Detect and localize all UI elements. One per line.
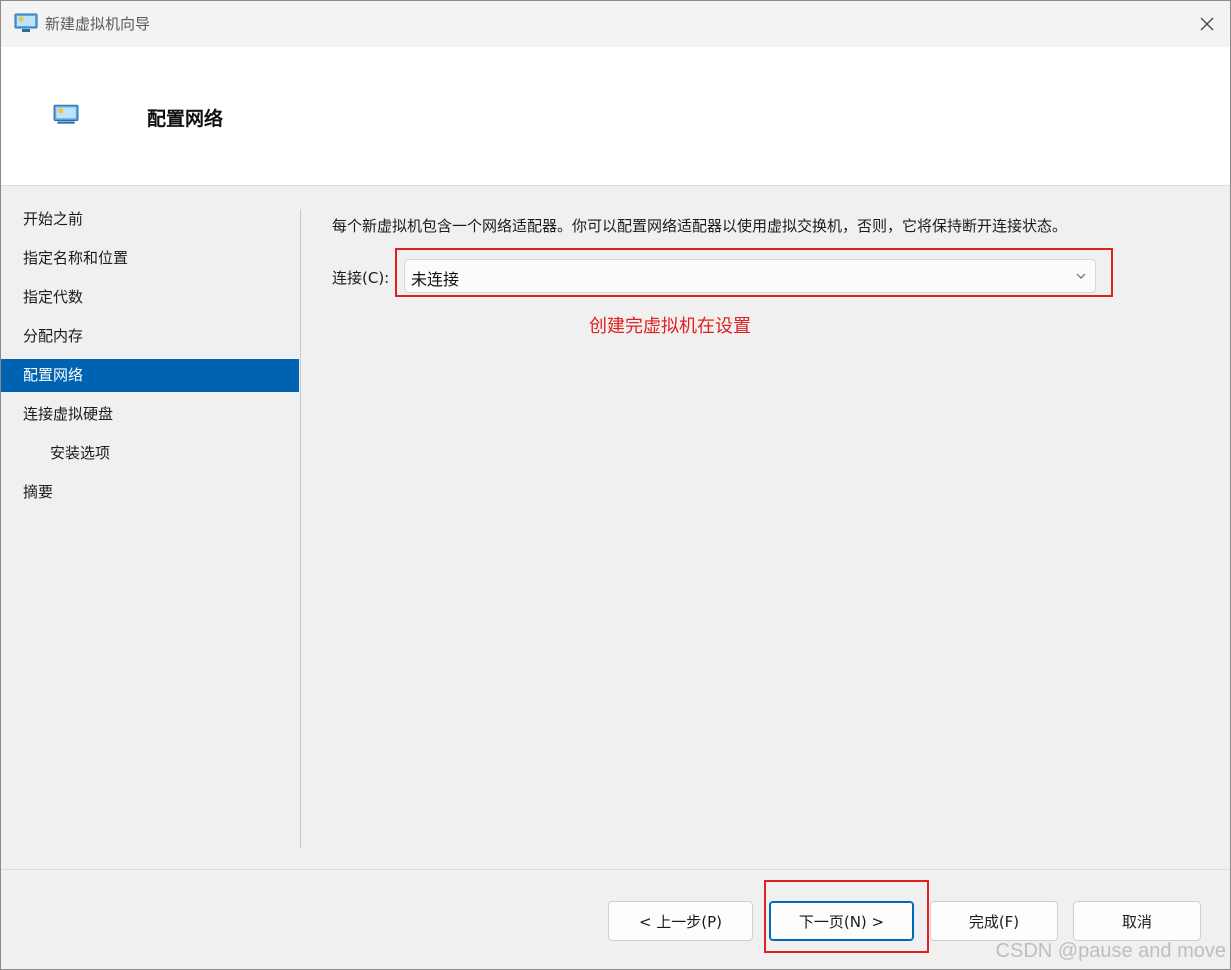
network-description: 每个新虚拟机包含一个网络适配器。你可以配置网络适配器以使用虚拟交换机，否则，它将… bbox=[332, 217, 1068, 235]
close-button[interactable] bbox=[1184, 1, 1230, 47]
wizard-header: 配置网络 bbox=[1, 47, 1230, 186]
page-title: 配置网络 bbox=[147, 108, 224, 130]
close-icon bbox=[1200, 17, 1214, 31]
previous-button[interactable]: < 上一步(P) bbox=[608, 901, 753, 941]
wizard-steps-nav: 开始之前 指定名称和位置 指定代数 分配内存 配置网络 连接虚拟硬盘 安装选项 … bbox=[1, 203, 299, 515]
nav-item-networking[interactable]: 配置网络 bbox=[1, 359, 299, 392]
connection-label: 连接(C): bbox=[332, 269, 390, 287]
nav-item-install-options[interactable]: 安装选项 bbox=[1, 437, 299, 470]
network-adapter-icon bbox=[53, 104, 79, 124]
nav-item-generation[interactable]: 指定代数 bbox=[1, 281, 299, 314]
nav-item-memory[interactable]: 分配内存 bbox=[1, 320, 299, 353]
wizard-window: 新建虚拟机向导 配置网络 开始之前 指定名称和位置 指定代数 分配内存 配置网络… bbox=[0, 0, 1231, 970]
annotation-note: 创建完虚拟机在设置 bbox=[589, 316, 751, 337]
cancel-button[interactable]: 取消 bbox=[1073, 901, 1201, 941]
annotation-highlight-next bbox=[764, 880, 929, 953]
nav-item-before-you-begin[interactable]: 开始之前 bbox=[1, 203, 299, 236]
nav-divider bbox=[300, 209, 301, 848]
window-title: 新建虚拟机向导 bbox=[45, 15, 151, 33]
footer-divider bbox=[1, 869, 1230, 870]
virtual-machine-icon bbox=[14, 13, 38, 32]
main-content: 每个新虚拟机包含一个网络适配器。你可以配置网络适配器以使用虚拟交换机，否则，它将… bbox=[332, 215, 1210, 236]
title-bar: 新建虚拟机向导 bbox=[1, 1, 1230, 47]
nav-item-virtual-disk[interactable]: 连接虚拟硬盘 bbox=[1, 398, 299, 431]
annotation-highlight-select bbox=[395, 248, 1113, 297]
watermark: CSDN @pause and move bbox=[995, 940, 1226, 962]
finish-button[interactable]: 完成(F) bbox=[930, 901, 1058, 941]
nav-item-name-location[interactable]: 指定名称和位置 bbox=[1, 242, 299, 275]
nav-item-summary[interactable]: 摘要 bbox=[1, 476, 299, 509]
